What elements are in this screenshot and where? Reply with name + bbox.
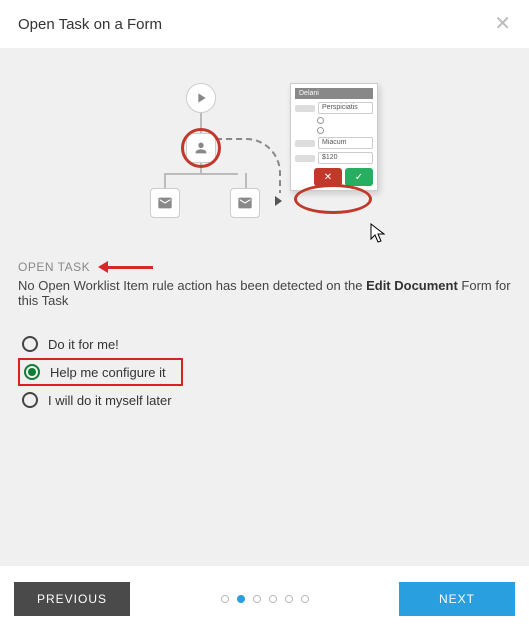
form-preview-title: Delani [295, 88, 373, 99]
dialog-footer: PREVIOUS NEXT [0, 566, 529, 634]
previous-button[interactable]: PREVIOUS [14, 582, 130, 616]
dialog-header: Open Task on a Form ✕ [0, 0, 529, 48]
step-dot[interactable] [301, 595, 309, 603]
option-label: I will do it myself later [48, 393, 172, 408]
confirm-icon: ✓ [345, 168, 373, 186]
dashed-connector [216, 138, 281, 193]
step-dot[interactable] [285, 595, 293, 603]
open-task-label: OPEN TASK [18, 260, 90, 274]
option-label: Help me configure it [50, 365, 166, 380]
step-dot[interactable] [221, 595, 229, 603]
dialog-content: Delani Perspiciatis Miacum $120 ✕ ✓ OPEN… [0, 48, 529, 566]
task-description: No Open Worklist Item rule action has be… [18, 278, 511, 308]
step-dot[interactable] [269, 595, 277, 603]
wizard-dialog: Open Task on a Form ✕ [0, 0, 529, 634]
highlight-ring-buttons [294, 184, 372, 214]
radio-icon [22, 392, 38, 408]
option-label: Do it for me! [48, 337, 119, 352]
options-group: Do it for me! Help me configure it I wil… [0, 308, 529, 436]
annotation-arrow-icon [98, 261, 153, 273]
play-icon [186, 83, 216, 113]
close-icon[interactable]: ✕ [494, 14, 511, 34]
highlight-ring-user [181, 128, 221, 168]
next-button[interactable]: NEXT [399, 582, 515, 616]
dialog-title: Open Task on a Form [18, 16, 162, 33]
cursor-icon [370, 223, 386, 248]
option-do-it-for-me[interactable]: Do it for me! [18, 330, 511, 358]
option-do-later[interactable]: I will do it myself later [18, 386, 511, 414]
task-section: OPEN TASK No Open Worklist Item rule act… [0, 260, 529, 308]
radio-icon [24, 364, 40, 380]
step-dot[interactable] [237, 595, 245, 603]
workflow-illustration: Delani Perspiciatis Miacum $120 ✕ ✓ [0, 48, 529, 248]
mail-icon [150, 188, 180, 218]
radio-icon [22, 336, 38, 352]
option-help-configure[interactable]: Help me configure it [18, 358, 183, 386]
arrow-icon [275, 196, 282, 206]
step-dots [221, 595, 309, 603]
form-preview-panel: Delani Perspiciatis Miacum $120 ✕ ✓ [290, 83, 378, 191]
step-dot[interactable] [253, 595, 261, 603]
